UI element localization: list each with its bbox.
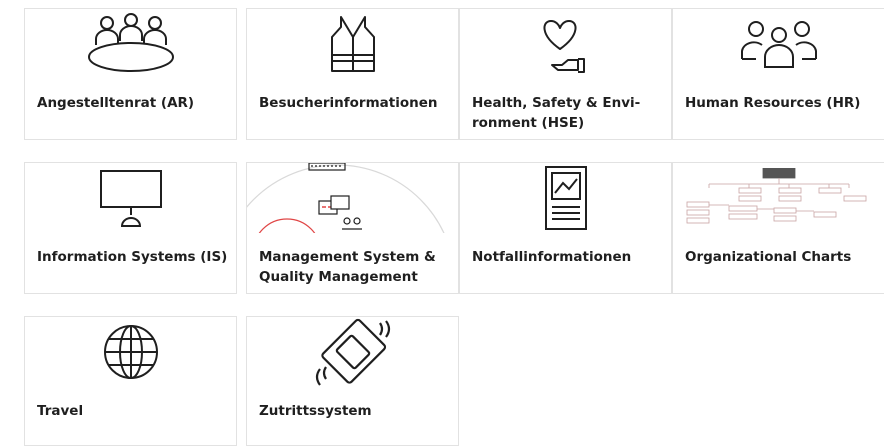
- management-system-image: [247, 163, 458, 233]
- tile-label: Travel: [37, 403, 84, 419]
- tile-label: Health, Safety & Envi- ronment (HSE): [472, 95, 641, 131]
- tile-label: Human Resources (HR): [685, 95, 861, 111]
- tile-besucherinformationen[interactable]: Besucherinformationen: [246, 8, 459, 140]
- tile-label: Organizational Charts: [685, 249, 852, 265]
- tile-travel[interactable]: Travel: [24, 316, 237, 446]
- tile-management-system[interactable]: Management System & Quality Management: [246, 162, 459, 294]
- monitor-icon: [25, 163, 236, 233]
- tile-angestelltenrat[interactable]: Angestelltenrat (AR): [24, 8, 237, 140]
- document-chart-icon: [460, 163, 671, 233]
- org-chart-image: [673, 163, 884, 233]
- tile-human-resources[interactable]: Human Resources (HR): [672, 8, 884, 140]
- heart-hand-icon: [460, 9, 671, 79]
- tile-zutrittssystem[interactable]: Zutrittssystem: [246, 316, 459, 446]
- meeting-table-icon: [25, 9, 236, 79]
- access-card-icon: [247, 317, 458, 387]
- tile-information-systems[interactable]: Information Systems (IS): [24, 162, 237, 294]
- safety-vest-icon: [247, 9, 458, 79]
- tile-label: Zutrittssystem: [259, 403, 372, 419]
- tile-organizational-charts[interactable]: Organizational Charts: [672, 162, 884, 294]
- tile-label: Besucherinformationen: [259, 95, 438, 111]
- tile-label: Information Systems (IS): [37, 249, 228, 265]
- tile-label: Angestelltenrat (AR): [37, 95, 195, 111]
- people-group-icon: [673, 9, 884, 79]
- globe-icon: [25, 317, 236, 387]
- tile-notfallinformationen[interactable]: Notfallinformationen: [459, 162, 672, 294]
- tile-label: Management System & Quality Management: [259, 249, 436, 285]
- tile-label: Notfallinformationen: [472, 249, 632, 265]
- tile-hse[interactable]: Health, Safety & Envi- ronment (HSE): [459, 8, 672, 140]
